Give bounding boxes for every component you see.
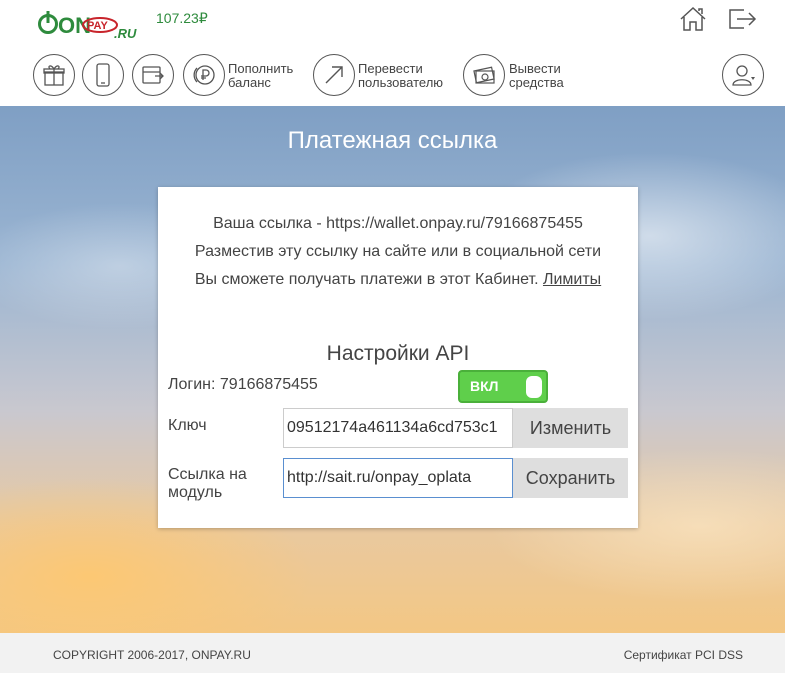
card-button[interactable] [132,54,174,96]
arrow-up-right-icon [325,66,343,84]
receive-text: Вы сможете получать платежи в этот Кабин… [194,271,539,288]
key-label: Ключ [168,417,207,434]
login-label: Логин: 79166875455 [168,376,318,393]
svg-text:PAY: PAY [87,20,108,32]
key-field[interactable]: 09512174a461134a6cd753c1 [283,408,513,448]
link-line: Ваша ссылка - https://wallet.onpay.ru/79… [213,215,583,232]
payment-link-card: Ваша ссылка - https://wallet.onpay.ru/79… [158,187,638,528]
header: ON PAY .RU 107.23₽ Пополнить баланс Пере… [0,0,785,106]
balance[interactable]: 107.23₽ [156,10,208,27]
gift-icon [43,65,65,86]
module-link-input[interactable]: http://sait.ru/onpay_oplata [283,458,513,498]
pci-dss-link[interactable]: Сертификат PCI DSS [624,648,743,662]
copyright: COPYRIGHT 2006-2017, ONPAY.RU [53,648,251,662]
svg-text:.RU: .RU [114,26,137,41]
toggle-knob [526,376,542,398]
user-icon [732,65,755,86]
save-button[interactable]: Сохранить [513,458,628,498]
mobile-button[interactable] [82,54,124,96]
transfer-button[interactable] [313,54,355,96]
toggle-label: ВКЛ [470,378,499,394]
api-toggle[interactable]: ВКЛ [458,370,548,403]
module-link-label: Ссылка на модуль [168,466,247,501]
logout-icon[interactable] [727,6,757,32]
withdraw-label[interactable]: Вывести средства [509,62,564,90]
user-menu-button[interactable] [722,54,764,96]
cash-icon [473,66,495,84]
home-icon[interactable] [678,6,708,32]
balance-value: 107.23 [156,10,199,26]
card-icon [142,66,164,84]
transfer-label[interactable]: Перевести пользователю [358,62,443,90]
onpay-logo[interactable]: ON PAY .RU [38,8,138,42]
main-nav: Пополнить баланс Перевести пользователю … [0,52,785,98]
topup-label[interactable]: Пополнить баланс [228,62,293,90]
footer: COPYRIGHT 2006-2017, ONPAY.RU Сертификат… [0,633,785,673]
limits-link[interactable]: Лимиты [543,271,601,288]
page-title: Платежная ссылка [287,127,498,154]
api-settings-title: Настройки API [326,342,470,365]
receive-line: Вы сможете получать платежи в этот Кабин… [158,271,638,289]
change-key-button[interactable]: Изменить [513,408,628,448]
mobile-icon [96,63,110,87]
withdraw-button[interactable] [463,54,505,96]
topup-button[interactable] [183,54,225,96]
ruble-coin-icon [193,65,215,85]
main-content: Платежная ссылка Ваша ссылка - https://w… [0,106,785,633]
place-line: Разместив эту ссылку на сайте или в соци… [194,243,602,260]
currency-sign: ₽ [198,10,208,26]
gift-button[interactable] [33,54,75,96]
